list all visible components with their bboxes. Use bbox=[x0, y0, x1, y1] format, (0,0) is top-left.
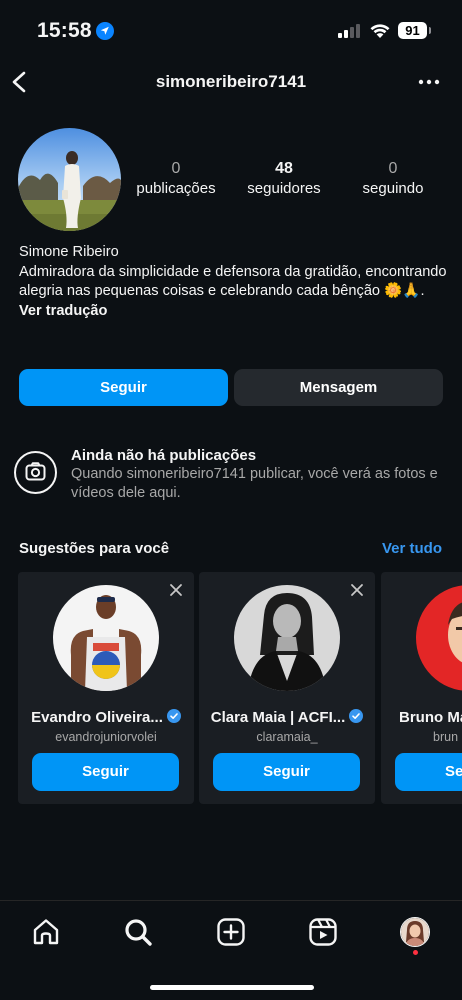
suggestion-card[interactable]: Clara Maia | ACFI... claramaia_ Seguir bbox=[199, 572, 375, 804]
dismiss-suggestion-button[interactable] bbox=[168, 582, 184, 598]
profile-avatar[interactable] bbox=[18, 128, 121, 231]
suggestions-header: Sugestões para você Ver tudo bbox=[19, 540, 442, 560]
profile-bio: Simone Ribeiro Admiradora da simplicidad… bbox=[19, 243, 449, 321]
cellular-signal-icon bbox=[338, 24, 362, 43]
message-button[interactable]: Mensagem bbox=[234, 369, 443, 406]
tab-search[interactable] bbox=[122, 916, 154, 948]
camera-icon bbox=[14, 451, 57, 494]
profile-name: Simone Ribeiro bbox=[19, 244, 119, 260]
profile-header: simoneribeiro7141 bbox=[0, 62, 462, 102]
suggestion-name-text: Evandro Oliveira... bbox=[31, 709, 163, 726]
close-icon bbox=[351, 584, 363, 596]
more-options-button[interactable] bbox=[414, 68, 444, 96]
translate-link[interactable]: Ver tradução bbox=[19, 302, 449, 322]
verified-badge-icon bbox=[166, 709, 181, 723]
notification-dot bbox=[413, 950, 418, 955]
battery-tip bbox=[429, 27, 431, 34]
create-icon bbox=[217, 918, 245, 946]
empty-posts-state: Ainda não há publicações Quando simoneri… bbox=[14, 444, 454, 504]
suggestion-handle: evandrojuniorvolei bbox=[55, 730, 157, 744]
more-dots-icon bbox=[418, 79, 440, 85]
dismiss-suggestion-button[interactable] bbox=[349, 582, 365, 598]
posts-count: 0 bbox=[171, 160, 181, 177]
suggestion-avatar[interactable] bbox=[53, 585, 159, 691]
suggestions-title: Sugestões para você bbox=[19, 540, 170, 557]
suggestion-card[interactable]: Evandro Oliveira... evandrojuniorvolei S… bbox=[18, 572, 194, 804]
followers-count: 48 bbox=[275, 160, 293, 177]
following-stat[interactable]: 0 seguindo bbox=[352, 160, 434, 197]
followers-stat[interactable]: 48 seguidores bbox=[238, 160, 330, 197]
tab-reels[interactable] bbox=[307, 916, 339, 948]
reels-icon bbox=[309, 918, 337, 946]
profile-avatar-icon bbox=[401, 918, 429, 946]
page-title: simoneribeiro7141 bbox=[155, 72, 307, 91]
status-bar: 15:58 91 bbox=[0, 0, 462, 62]
empty-state-description: Quando simoneribeiro7141 publicar, você … bbox=[71, 466, 438, 501]
tab-create[interactable] bbox=[215, 916, 247, 948]
suggestion-handle: brun bbox=[433, 730, 459, 744]
suggestion-follow-button[interactable]: Seguir bbox=[213, 753, 360, 791]
empty-state-title: Ainda não há publicações bbox=[71, 447, 257, 464]
posts-label: publicações bbox=[136, 180, 216, 197]
suggestion-name: Clara Maia | ACFI... bbox=[199, 709, 375, 726]
tab-home[interactable] bbox=[30, 916, 62, 948]
battery-indicator: 91 bbox=[398, 22, 427, 39]
status-time: 15:58 bbox=[37, 19, 92, 42]
home-indicator bbox=[150, 985, 314, 990]
suggestion-name: Evandro Oliveira... bbox=[18, 709, 194, 726]
suggestion-name: Bruno Ma bbox=[399, 709, 462, 726]
posts-stat: 0 publicações bbox=[128, 160, 224, 197]
close-icon bbox=[170, 584, 182, 596]
bio-text: Admiradora da simplicidade e defensora d… bbox=[19, 263, 447, 300]
wifi-icon bbox=[369, 22, 391, 44]
suggestion-card[interactable]: Bruno Ma brun Se bbox=[381, 572, 462, 804]
search-icon bbox=[125, 919, 152, 946]
location-arrow-icon bbox=[96, 22, 114, 40]
suggestion-follow-button[interactable]: Seguir bbox=[32, 753, 179, 791]
verified-badge-icon bbox=[349, 709, 364, 723]
following-count: 0 bbox=[388, 160, 398, 177]
home-icon bbox=[33, 919, 59, 945]
following-label: seguindo bbox=[362, 180, 424, 197]
suggestion-avatar[interactable] bbox=[234, 585, 340, 691]
tab-profile[interactable] bbox=[400, 917, 430, 947]
followers-label: seguidores bbox=[247, 180, 321, 197]
see-all-link[interactable]: Ver tudo bbox=[382, 540, 442, 557]
suggestion-handle: claramaia_ bbox=[256, 730, 318, 744]
suggestion-follow-button[interactable]: Se bbox=[395, 753, 462, 791]
follow-button[interactable]: Seguir bbox=[19, 369, 228, 406]
suggestion-name-text: Clara Maia | ACFI... bbox=[210, 709, 346, 726]
suggestion-avatar[interactable] bbox=[416, 585, 462, 691]
